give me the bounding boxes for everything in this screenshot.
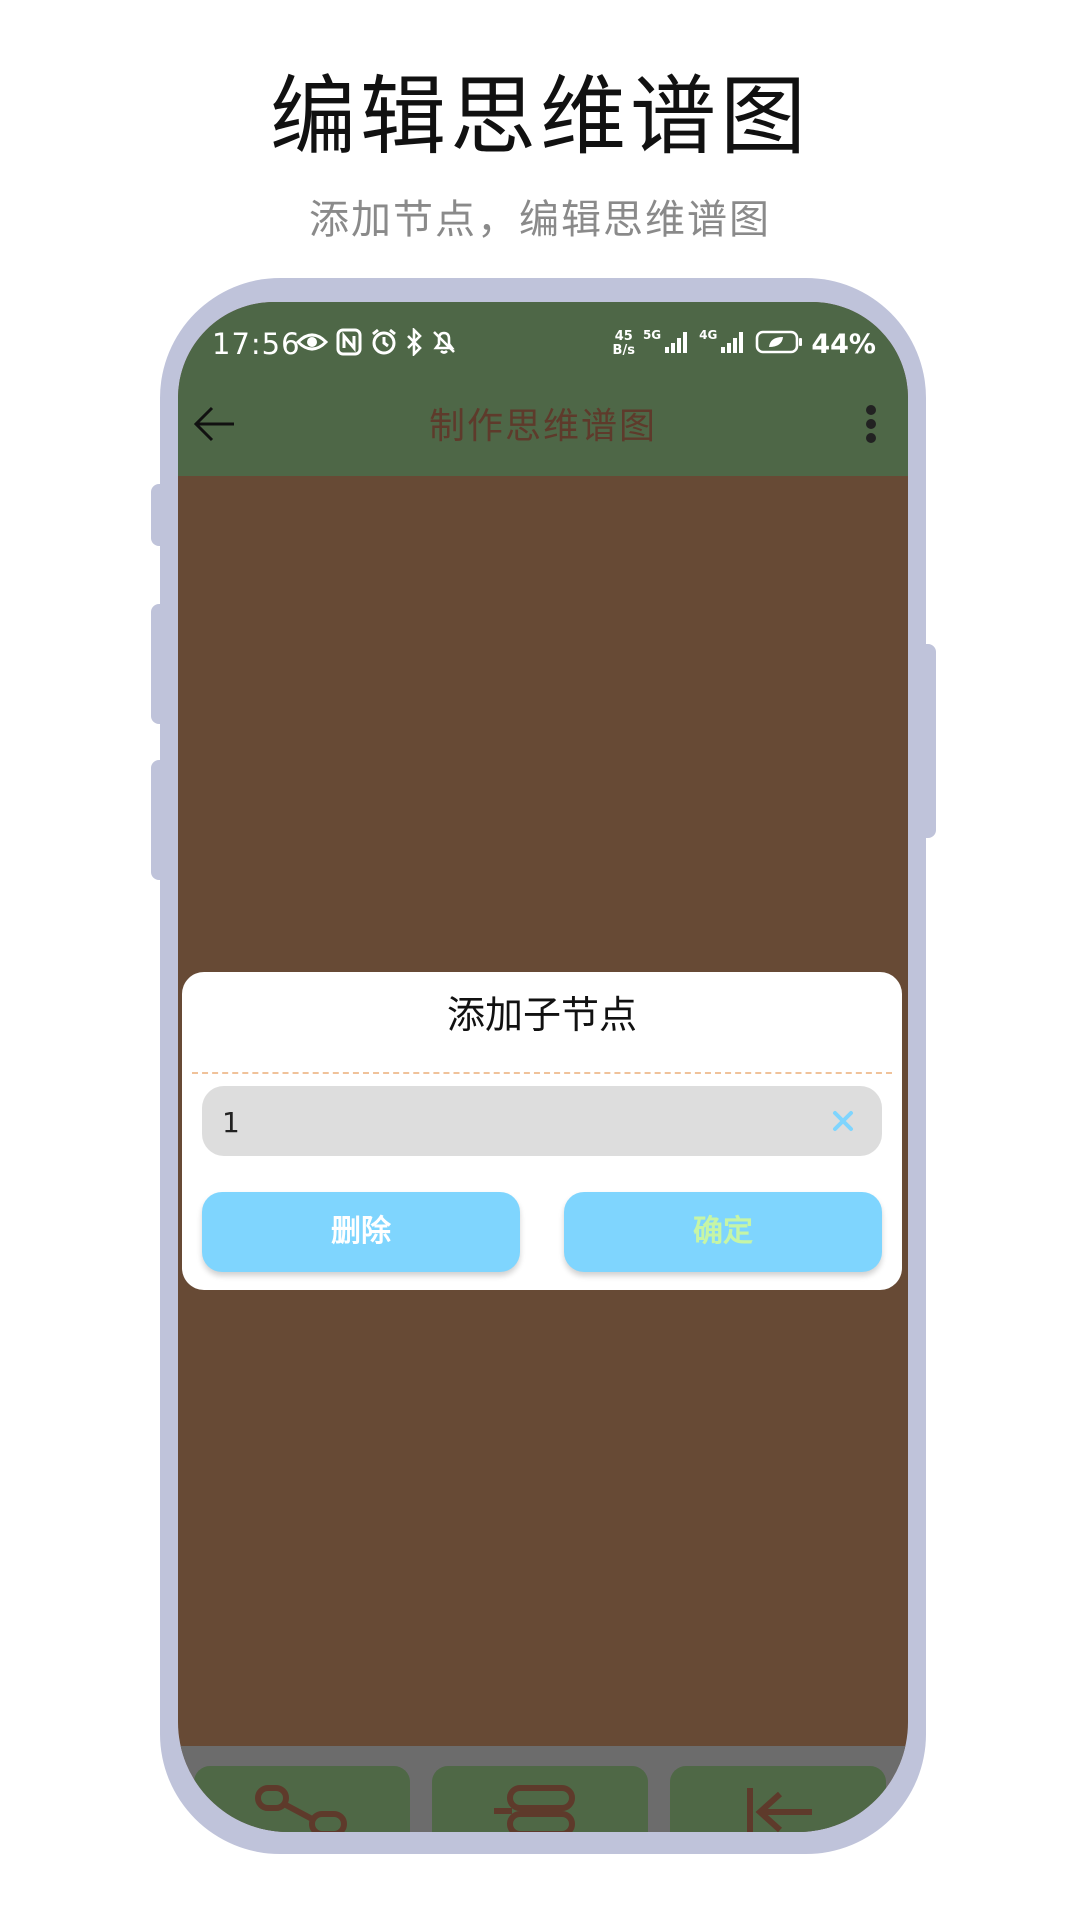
app-header: 17:56 45 B/s 5G 4G 44% 制作思维谱图 [178,302,908,476]
add-child-node-button[interactable] [194,1766,410,1832]
alarm-icon [370,328,398,360]
status-icons-right: 45 B/s 5G 4G 44% [613,324,876,364]
node-name-field [202,1086,882,1158]
promo-title: 编辑思维谱图 [270,67,810,167]
signal-4g-icon [719,329,747,359]
add-sibling-node-icon [494,1785,575,1832]
sim2-label: 4G [699,328,718,342]
phone-screen: 17:56 45 B/s 5G 4G 44% 制作思维谱图 添加子节点 1 删除… [178,302,908,1832]
status-time: 17:56 [212,327,301,361]
add-sibling-node-button[interactable] [432,1766,648,1832]
add-child-node-dialog: 添加子节点 删除 确定 [182,972,902,1290]
promo-subtitle: 添加节点，编辑思维谱图 [309,197,771,243]
signal-5g-icon [663,329,691,359]
app-title: 制作思维谱图 [428,406,657,447]
status-icons-left [295,326,458,362]
bell-off-icon [430,328,458,360]
bluetooth-icon [406,326,422,360]
sim1-label: 5G [642,328,662,342]
eye-icon [295,331,329,357]
dialog-title: 添加子节点 [446,993,637,1037]
node-name-input[interactable] [220,1086,804,1158]
delete-button[interactable]: 删除 [202,1192,520,1272]
net-speed: 45 B/s [613,330,635,358]
more-vertical-icon[interactable] [864,404,878,444]
net-speed-value: 45 [614,329,633,344]
nfc-icon [336,328,362,360]
confirm-button[interactable]: 确定 [564,1192,882,1272]
back-to-root-button[interactable] [670,1766,886,1832]
clear-x-icon[interactable] [830,1108,856,1134]
battery-percent: 44% [811,328,876,360]
battery-leaf-icon [755,329,803,359]
back-to-root-icon [747,1788,812,1832]
add-child-node-icon [255,1785,347,1832]
bottom-toolbar [178,1746,908,1832]
dialog-divider [192,1072,892,1074]
net-speed-unit: B/s [612,343,635,358]
